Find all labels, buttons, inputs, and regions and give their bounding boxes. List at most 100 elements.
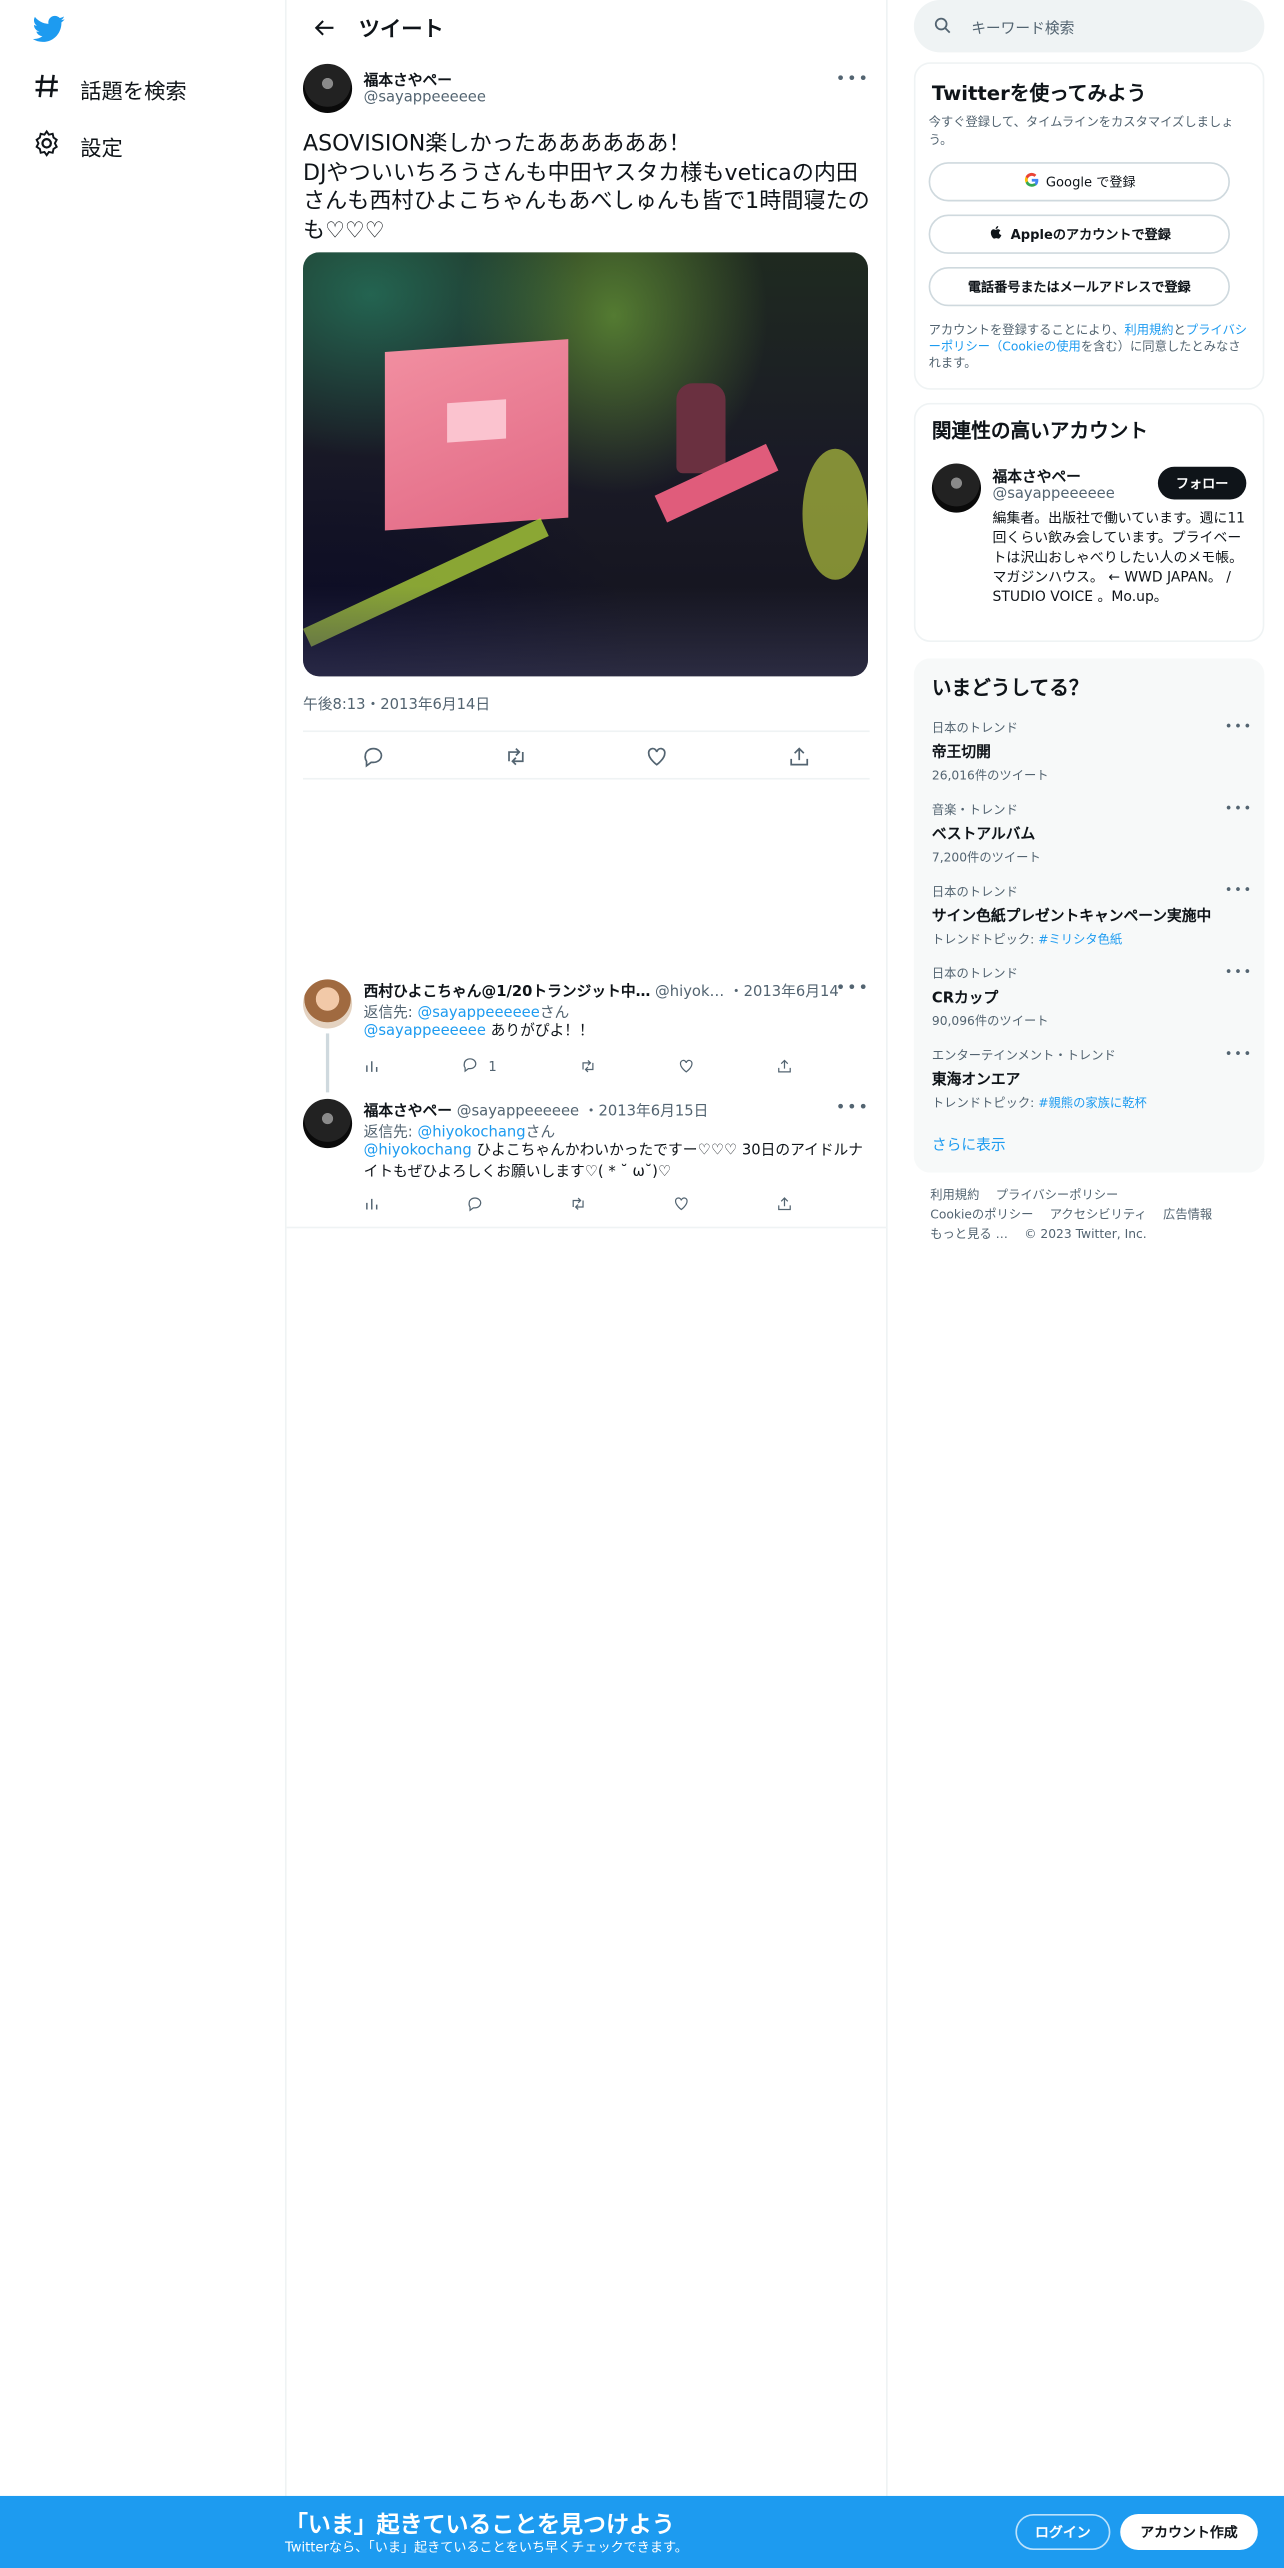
mention-link[interactable]: @hiyokochang (364, 1143, 472, 1159)
apple-signup-label: Appleのアカウントで登録 (1010, 226, 1171, 242)
show-more-link[interactable]: さらに表示 (932, 1133, 1006, 1154)
trend-name: ベストアルバム (931, 827, 1036, 844)
tweet-photo[interactable] (302, 252, 869, 677)
search-input[interactable]: キーワード検索 (913, 0, 1265, 53)
reply-date[interactable]: ・2013年6月14日 (729, 984, 839, 1000)
related-accounts-card: 関連性の高いアカウント 福本さやペー @sayappeeeeee フォロー 編集… (913, 402, 1265, 642)
phone-signup-button[interactable]: 電話番号またはメールアドレスで登録 (928, 266, 1230, 307)
avatar[interactable] (302, 1098, 353, 1149)
retweet-icon[interactable] (504, 744, 527, 767)
trend-meta-label: トレンドトピック: (931, 931, 1039, 947)
analytics-icon[interactable] (364, 1196, 380, 1212)
nav-explore[interactable]: 話題を検索 (33, 72, 187, 106)
prompt-subtitle: Twitterなら、「いま」起きていることをいち早くチェックできます。 (284, 2540, 688, 2555)
google-icon (1023, 172, 1039, 192)
reply-tweet[interactable]: 福本さやペー @sayappeeeeee ・2013年6月15日 ••• 返信先… (302, 1098, 870, 1227)
mention-link[interactable]: @sayappeeeeee (364, 1024, 486, 1040)
trend-item[interactable]: 日本のトレンド 帝王切開 26,016件のツイート ••• (932, 719, 1253, 785)
signup-button[interactable]: アカウント作成 (1120, 2513, 1258, 2550)
nav-settings[interactable]: 設定 (33, 129, 123, 163)
trend-meta: 90,096件のツイート (931, 1013, 1049, 1029)
retweet-icon[interactable] (579, 1058, 595, 1074)
photo-performer-shape (676, 383, 726, 474)
trend-context: 日本のトレンド (931, 720, 1018, 736)
more-options-icon[interactable]: ••• (1225, 719, 1253, 734)
copyright: © 2023 Twitter, Inc. (1024, 1226, 1147, 1242)
trend-context: 日本のトレンド (931, 884, 1018, 900)
reply-button[interactable]: 1 (462, 1056, 497, 1076)
search-icon (934, 17, 951, 34)
gear-icon (33, 129, 61, 163)
twitter-bird-icon[interactable] (32, 15, 66, 44)
more-options-icon[interactable]: ••• (836, 1099, 870, 1117)
footer-link[interactable]: もっと見る … (930, 1227, 1008, 1242)
trend-item[interactable]: 日本のトレンド CRカップ 90,096件のツイート ••• (932, 965, 1253, 1031)
reply-icon[interactable] (362, 744, 385, 768)
signup-legal: アカウントを登録することにより、利用規約とプライバシーポリシー（Cookieの使… (929, 323, 1250, 372)
legal-text: と (1173, 322, 1186, 338)
more-options-icon[interactable]: ••• (836, 979, 870, 997)
trend-name: サイン色紙プレゼントキャンペーン実施中 (931, 908, 1212, 926)
related-name[interactable]: 福本さやペー (992, 465, 1080, 486)
trend-item[interactable]: 日本のトレンド サイン色紙プレゼントキャンペーン実施中 トレンドトピック: #ミ… (932, 883, 1253, 949)
analytics-icon[interactable] (364, 1058, 380, 1074)
follow-button[interactable]: フォロー (1157, 466, 1247, 500)
more-options-icon[interactable]: ••• (836, 70, 870, 88)
author-handle[interactable]: @sayappeeeeee (364, 90, 486, 106)
reply-to-handle[interactable]: @hiyokochang (417, 1125, 525, 1141)
reply-to-handle[interactable]: @sayappeeeeee (417, 1006, 539, 1022)
like-icon[interactable] (646, 744, 669, 767)
reply-icon[interactable] (467, 1196, 483, 1212)
share-icon[interactable] (776, 1196, 792, 1212)
footer-links: 利用規約 プライバシーポリシー Cookieのポリシー アクセシビリティ 広告情報 も… (930, 1186, 1251, 1245)
avatar[interactable] (302, 979, 353, 1029)
like-icon[interactable] (678, 1058, 694, 1074)
trend-context: エンターテインメント・トレンド (931, 1048, 1116, 1063)
trend-meta: 26,016件のツイート (931, 768, 1049, 783)
like-icon[interactable] (673, 1196, 689, 1212)
trend-name: CRカップ (931, 990, 999, 1008)
reply-date[interactable]: ・2013年6月15日 (584, 1104, 709, 1120)
retweet-icon[interactable] (570, 1196, 586, 1212)
footer-link[interactable]: 広告情報 (1163, 1207, 1212, 1222)
tweet-timestamp[interactable]: 午後8:13・2013年6月14日 (303, 693, 490, 714)
more-options-icon[interactable]: ••• (1225, 1047, 1253, 1062)
reply-author-name[interactable]: 西村ひよこちゃん@1/20トランジット中… (364, 984, 651, 1000)
trend-topic-link[interactable]: #親熊の家族に乾杯 (1038, 1096, 1147, 1111)
footer-link[interactable]: Cookieのポリシー (930, 1207, 1033, 1222)
nav-settings-label: 設定 (80, 137, 123, 163)
author-name[interactable]: 福本さやペー (364, 69, 452, 90)
trend-item[interactable]: 音楽・トレンド ベストアルバム 7,200件のツイート ••• (932, 801, 1253, 867)
reply-to-label: 返信先: (363, 1005, 418, 1022)
reply-author-handle[interactable]: @sayappeeeeee (457, 1104, 579, 1120)
reply-tweet[interactable]: 西村ひよこちゃん@1/20トランジット中… @hiyok… ・2013年6月14… (302, 979, 870, 1094)
avatar[interactable] (302, 63, 353, 114)
search-placeholder: キーワード検索 (971, 21, 1075, 38)
apple-signup-button[interactable]: Appleのアカウントで登録 (928, 214, 1230, 254)
footer-link[interactable]: プライバシーポリシー (996, 1187, 1119, 1202)
reply-author-handle[interactable]: @hiyok… (655, 984, 724, 1000)
terms-link[interactable]: 利用規約 (1124, 323, 1173, 338)
google-signup-button[interactable]: Google で登録 (928, 162, 1230, 202)
reply-author-name[interactable]: 福本さやペー (364, 1104, 452, 1120)
share-icon[interactable] (776, 1058, 792, 1074)
more-options-icon[interactable]: ••• (1225, 801, 1253, 816)
more-options-icon[interactable]: ••• (1225, 883, 1253, 898)
cookie-link[interactable]: （Cookieの使用 (990, 339, 1081, 354)
divider (286, 1226, 887, 1229)
share-icon[interactable] (787, 744, 810, 767)
trend-meta-label: トレンドトピック: (931, 1095, 1039, 1111)
avatar[interactable] (931, 463, 982, 513)
trend-name: 東海オンエア (931, 1072, 1021, 1090)
footer-link[interactable]: 利用規約 (930, 1187, 979, 1202)
back-arrow-icon[interactable] (300, 11, 349, 44)
signup-title: Twitterを使ってみよう (931, 81, 1147, 105)
tweet-actions (302, 730, 870, 780)
signup-subtitle: 今すぐ登録して、タイムラインをカスタマイズしましょう。 (928, 114, 1234, 148)
trend-item[interactable]: エンターテインメント・トレンド 東海オンエア トレンドトピック: #親熊の家族に… (932, 1047, 1253, 1113)
trend-topic-link[interactable]: #ミリシタ色紙 (1038, 932, 1122, 947)
related-handle[interactable]: @sayappeeeeee (992, 486, 1114, 502)
login-button[interactable]: ログイン (1015, 2513, 1111, 2550)
more-options-icon[interactable]: ••• (1225, 965, 1253, 980)
footer-link[interactable]: アクセシビリティ (1050, 1207, 1147, 1222)
